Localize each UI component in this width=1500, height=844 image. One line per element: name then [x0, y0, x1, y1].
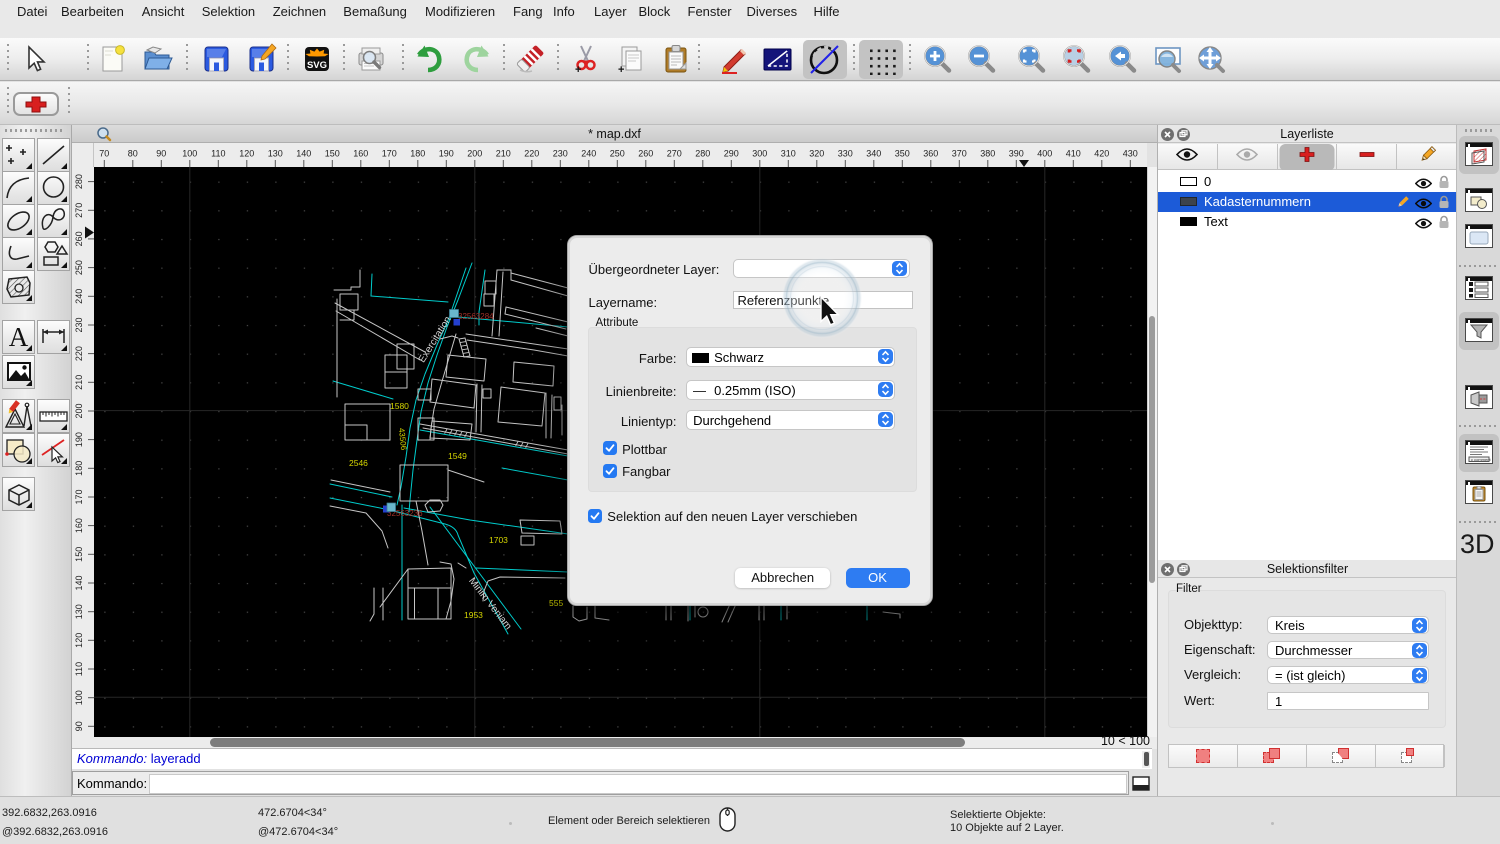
svg-text:410: 410 [1066, 149, 1081, 159]
svg-text:90: 90 [156, 149, 166, 159]
svg-text:360: 360 [923, 149, 938, 159]
svg-text:SVG: SVG [307, 60, 327, 71]
svg-text:120: 120 [239, 149, 254, 159]
svg-text:250: 250 [74, 260, 84, 275]
svg-text:80: 80 [128, 149, 138, 159]
svg-text:240: 240 [74, 289, 84, 304]
svg-text:110: 110 [74, 662, 84, 676]
svg-text:100: 100 [74, 690, 84, 705]
svg-text:380: 380 [980, 149, 995, 159]
svg-text:170: 170 [382, 149, 397, 159]
svg-text:340: 340 [866, 149, 881, 159]
svg-text:350: 350 [895, 149, 910, 159]
svg-text:555: 555 [549, 598, 563, 608]
svg-text:190: 190 [74, 432, 84, 447]
svg-text:180: 180 [410, 149, 425, 159]
svg-text:180: 180 [74, 461, 84, 476]
svg-text:160: 160 [353, 149, 368, 159]
svg-text:240: 240 [581, 149, 596, 159]
svg-text:270: 270 [74, 203, 84, 218]
svg-text:130: 130 [74, 604, 84, 619]
svg-text:150: 150 [74, 547, 84, 562]
svg-text:310: 310 [781, 149, 796, 159]
svg-text:210: 210 [496, 149, 511, 159]
svg-text:190: 190 [439, 149, 454, 159]
svg-text:270: 270 [667, 149, 682, 159]
svg-text:280: 280 [695, 149, 710, 159]
svg-text:370: 370 [952, 149, 967, 159]
svg-text:250: 250 [610, 149, 625, 159]
svg-text:200: 200 [74, 403, 84, 418]
svg-text:230: 230 [553, 149, 568, 159]
svg-text:130: 130 [268, 149, 283, 159]
svg-text:220: 220 [524, 149, 539, 159]
svg-text:32563284: 32563284 [458, 312, 494, 321]
svg-text:1703: 1703 [489, 535, 508, 545]
svg-text:210: 210 [74, 375, 84, 390]
svg-text:110: 110 [211, 149, 225, 159]
svg-text:90: 90 [74, 721, 84, 731]
svg-text:420: 420 [1094, 149, 1109, 159]
svg-text:1580: 1580 [390, 401, 409, 411]
svg-text:200: 200 [467, 149, 482, 159]
svg-text:290: 290 [724, 149, 739, 159]
svg-text:400: 400 [1037, 149, 1052, 159]
svg-text:390: 390 [1009, 149, 1024, 159]
svg-text:140: 140 [74, 575, 84, 590]
svg-text:+: + [575, 64, 581, 75]
svg-text:1953: 1953 [464, 610, 483, 620]
svg-text:430: 430 [1123, 149, 1138, 159]
svg-text:280: 280 [74, 174, 84, 189]
svg-text:70: 70 [99, 149, 109, 159]
svg-text:c comment: c comment [1471, 457, 1491, 462]
svg-text:230: 230 [74, 317, 84, 332]
svg-text:300: 300 [752, 149, 767, 159]
svg-text:120: 120 [74, 633, 84, 648]
svg-text:2546: 2546 [349, 458, 368, 468]
svg-text:330: 330 [838, 149, 853, 159]
svg-text:150: 150 [325, 149, 340, 159]
svg-text:+: + [618, 64, 624, 75]
svg-text:260: 260 [638, 149, 653, 159]
svg-text:160: 160 [74, 518, 84, 533]
svg-text:100: 100 [182, 149, 197, 159]
svg-text:320: 320 [809, 149, 824, 159]
svg-text:220: 220 [74, 346, 84, 361]
svg-text:260: 260 [74, 231, 84, 246]
svg-text:170: 170 [74, 489, 84, 504]
svg-text:140: 140 [296, 149, 311, 159]
svg-text:1549: 1549 [448, 451, 467, 461]
